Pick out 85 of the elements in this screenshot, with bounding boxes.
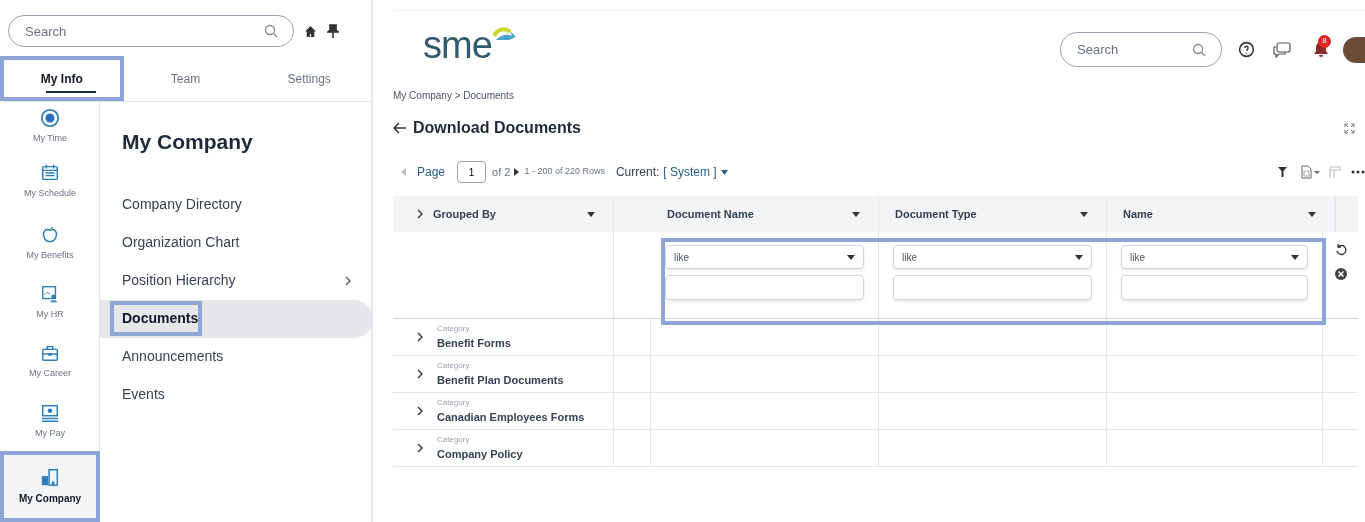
operator-dropdown[interactable]: like: [893, 245, 1092, 269]
filter-input[interactable]: [665, 275, 864, 300]
breadcrumb: My Company > Documents: [393, 89, 515, 103]
nav-item[interactable]: My Schedule: [0, 151, 100, 213]
tab[interactable]: Team: [123, 56, 248, 101]
nav-item[interactable]: My Benefits: [0, 212, 100, 275]
home-icon[interactable]: [304, 24, 317, 38]
group-value: Benefit Plan Documents: [437, 372, 564, 388]
group-row[interactable]: Category Company Policy: [393, 430, 614, 466]
chevron-right-icon: [417, 209, 423, 219]
clock-icon: [40, 108, 60, 128]
caret-icon: [587, 211, 595, 217]
menu-item[interactable]: Events: [122, 375, 373, 414]
row-count: 1 - 200 of 220 Rows: [524, 165, 605, 179]
nav-item[interactable]: My HR: [0, 274, 100, 331]
group-row[interactable]: Category Canadian Employees Forms: [393, 393, 614, 429]
help-icon[interactable]: [1238, 41, 1255, 58]
nav-item[interactable]: My Career: [0, 330, 100, 393]
group-row[interactable]: Category Benefit Forms: [393, 319, 614, 355]
menu-item[interactable]: Position Hierarchy: [122, 261, 373, 300]
filter-icon[interactable]: [1278, 167, 1287, 177]
menu-item[interactable]: Organization Chart: [122, 223, 373, 262]
caret-icon: [847, 254, 855, 260]
group-label: Category: [437, 359, 471, 372]
building-icon: [40, 466, 60, 487]
search-icon: [264, 24, 278, 38]
apple-icon: [40, 224, 60, 245]
group-label: Category: [437, 396, 471, 409]
column-header[interactable]: Document Name: [651, 196, 879, 232]
menu-item[interactable]: Announcements: [122, 337, 373, 376]
caret-icon: [1075, 254, 1083, 260]
next-page-icon[interactable]: [514, 168, 520, 176]
nav-item[interactable]: My Company: [0, 450, 100, 522]
chevron-right-icon: [417, 369, 423, 379]
menu-item[interactable]: Company Directory: [122, 185, 373, 224]
view-dropdown[interactable]: [ System ]: [663, 163, 728, 181]
caret-icon: [1080, 211, 1088, 217]
export-icon[interactable]: [1301, 165, 1321, 179]
nav-item[interactable]: My Time: [0, 102, 100, 152]
search-field[interactable]: Search: [8, 15, 294, 47]
chevron-right-icon: [417, 406, 423, 416]
search-icon: [1192, 42, 1206, 57]
chevron-right-icon: [417, 443, 423, 453]
chevron-right-icon: [417, 332, 423, 342]
page-count: of 2: [492, 164, 511, 180]
chevron-right-icon: [345, 275, 351, 286]
caret-icon: [720, 169, 728, 175]
group-row[interactable]: Category Benefit Plan Documents: [393, 356, 614, 392]
group-value: Company Policy: [437, 446, 523, 462]
caret-icon: [1308, 211, 1316, 217]
operator-dropdown[interactable]: like: [665, 245, 864, 269]
reset-icon[interactable]: [1334, 244, 1347, 256]
column-header[interactable]: Document Type: [879, 196, 1107, 232]
back-arrow-icon[interactable]: [393, 122, 407, 134]
notification-badge: 8: [1318, 34, 1331, 48]
caret-icon: [1291, 254, 1299, 260]
money-icon: [40, 402, 60, 423]
avatar[interactable]: [1343, 36, 1365, 63]
group-label: Category: [437, 322, 471, 335]
tab[interactable]: My Info: [0, 56, 124, 101]
page-input[interactable]: 1: [457, 161, 487, 183]
filter-input[interactable]: [1121, 275, 1308, 300]
page-label: Page: [417, 164, 446, 181]
person-icon: [40, 283, 60, 304]
column-header[interactable]: Grouped By: [393, 196, 614, 232]
logo-text: sme: [423, 25, 492, 64]
menu-item[interactable]: Documents: [100, 299, 373, 338]
tab[interactable]: Settings: [247, 56, 371, 101]
operator-dropdown[interactable]: like: [1121, 245, 1308, 269]
search-field[interactable]: Search: [1060, 32, 1222, 67]
view-label: Current:: [615, 164, 660, 181]
menu-title: My Company: [122, 129, 254, 155]
expand-icon[interactable]: [1344, 122, 1355, 134]
nav-item[interactable]: My Pay: [0, 392, 100, 451]
column-header[interactable]: Name: [1107, 196, 1335, 232]
group-value: Canadian Employees Forms: [437, 409, 585, 425]
page-title: Download Documents: [413, 118, 581, 138]
chat-icon[interactable]: [1273, 41, 1291, 58]
filter-input[interactable]: [893, 275, 1092, 300]
clear-icon[interactable]: [1334, 268, 1347, 280]
group-value: Benefit Forms: [437, 335, 511, 351]
caret-icon: [852, 211, 860, 217]
more-icon[interactable]: [1351, 170, 1365, 174]
pin-icon[interactable]: [327, 24, 339, 38]
group-label: Category: [437, 433, 471, 446]
